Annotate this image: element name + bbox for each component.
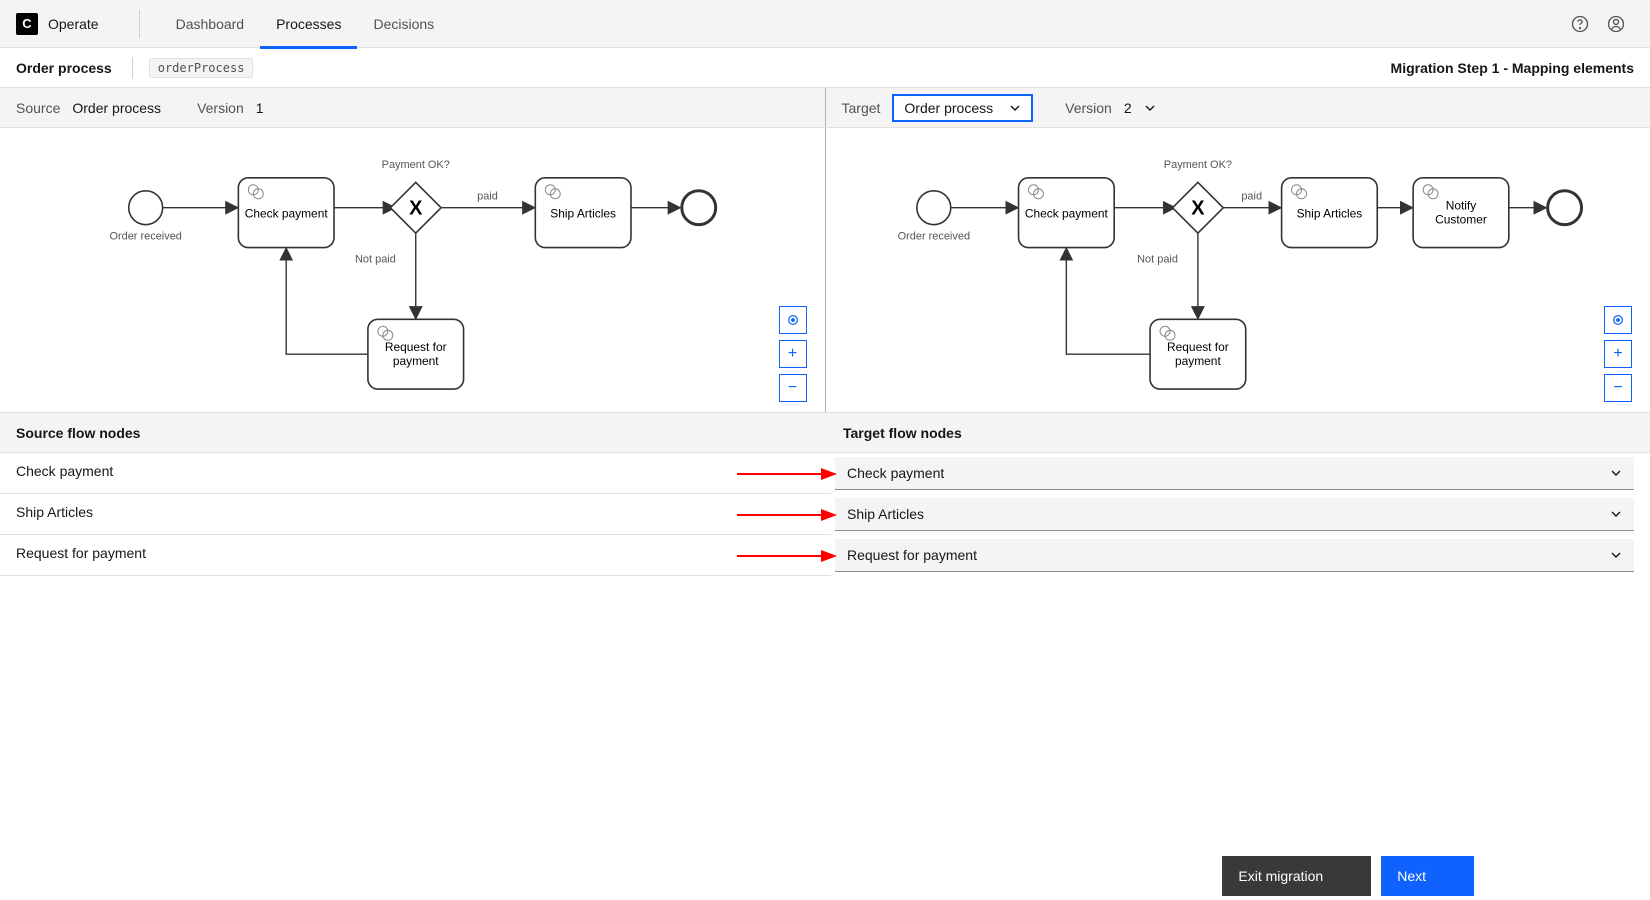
- chevron-down-icon: [1144, 102, 1156, 114]
- diagram-panels: Order received Check payment X Payment O…: [0, 128, 1650, 413]
- flow-nodes-header: Source flow nodes Target flow nodes: [0, 413, 1650, 453]
- chevron-down-icon: [1610, 549, 1622, 561]
- gateway-label: Payment OK?: [382, 159, 450, 171]
- flow-notpaid-label: Not paid: [1137, 254, 1178, 266]
- flow-paid-label: paid: [1241, 191, 1262, 203]
- gateway-label: Payment OK?: [1163, 159, 1231, 171]
- source-version-value: 1: [256, 100, 264, 116]
- exit-migration-button[interactable]: Exit migration: [1222, 856, 1371, 896]
- flow-mapping-row: Check payment Check payment: [0, 453, 1650, 494]
- divider: [139, 10, 140, 38]
- mapping-arrow-icon: [737, 508, 837, 522]
- start-event-label: Order received: [897, 231, 969, 243]
- flow-mapping-row: Ship Articles Ship Articles: [0, 494, 1650, 535]
- zoom-out-button[interactable]: −: [779, 374, 807, 402]
- source-version-label: Version: [197, 100, 244, 116]
- target-selector: Target Order process Version 2: [825, 88, 1650, 127]
- source-flow-node: Ship Articles: [0, 494, 831, 535]
- source-flow-node: Request for payment: [0, 535, 831, 576]
- source-flow-nodes-header: Source flow nodes: [0, 413, 823, 452]
- chevron-down-icon: [1610, 508, 1622, 520]
- target-process-value: Order process: [904, 100, 993, 116]
- source-flow-node: Check payment: [0, 453, 831, 494]
- source-selector: Source Order process Version 1: [0, 88, 825, 127]
- target-version-value: 2: [1124, 100, 1132, 116]
- task-request-payment: Request forpayment: [385, 340, 447, 368]
- nav-dashboard[interactable]: Dashboard: [160, 0, 261, 48]
- chevron-down-icon: [1009, 102, 1021, 114]
- task-ship-articles: Ship Articles: [1296, 207, 1362, 221]
- flow-nodes-table: Check payment Check payment Ship Article…: [0, 453, 1650, 576]
- svg-text:X: X: [409, 198, 423, 220]
- footer-actions: Exit migration Next: [0, 852, 1490, 900]
- top-nav: C Operate Dashboard Processes Decisions: [0, 0, 1650, 48]
- source-process-name: Order process: [72, 100, 161, 116]
- flow-mapping-row: Request for payment Request for payment: [0, 535, 1650, 576]
- page-title: Order process: [16, 60, 112, 76]
- flow-paid-label: paid: [477, 191, 498, 203]
- target-flow-node-value: Check payment: [847, 465, 944, 481]
- version-selector-bar: Source Order process Version 1 Target Or…: [0, 88, 1650, 128]
- flow-notpaid-label: Not paid: [355, 254, 396, 266]
- task-check-payment: Check payment: [245, 207, 329, 221]
- target-label: Target: [842, 100, 881, 116]
- target-process-dropdown[interactable]: Order process: [892, 94, 1033, 122]
- divider: [132, 57, 133, 79]
- target-flow-node-select[interactable]: Request for payment: [835, 539, 1634, 572]
- nav-decisions[interactable]: Decisions: [357, 0, 450, 48]
- svg-text:X: X: [1191, 198, 1205, 220]
- next-button[interactable]: Next: [1381, 856, 1474, 896]
- nav-processes[interactable]: Processes: [260, 0, 357, 48]
- target-diagram[interactable]: Order received Check payment X Payment O…: [825, 128, 1650, 412]
- task-request-payment: Request forpayment: [1167, 340, 1229, 368]
- mapping-arrow-icon: [737, 549, 837, 563]
- zoom-in-button[interactable]: +: [779, 340, 807, 368]
- brand-logo: C: [16, 13, 38, 35]
- target-version-label: Version: [1065, 100, 1112, 116]
- task-check-payment: Check payment: [1024, 207, 1108, 221]
- target-flow-node-select[interactable]: Ship Articles: [835, 498, 1634, 531]
- chevron-down-icon: [1610, 467, 1622, 479]
- zoom-reset-button[interactable]: [1604, 306, 1632, 334]
- source-label: Source: [16, 100, 60, 116]
- task-ship-articles: Ship Articles: [550, 207, 616, 221]
- user-icon[interactable]: [1598, 6, 1634, 42]
- migration-step-label: Migration Step 1 - Mapping elements: [1391, 60, 1634, 76]
- target-flow-nodes-header: Target flow nodes: [823, 413, 1650, 452]
- brand-name: Operate: [48, 16, 99, 32]
- zoom-out-button[interactable]: −: [1604, 374, 1632, 402]
- source-diagram[interactable]: Order received Check payment X Payment O…: [0, 128, 825, 412]
- zoom-reset-button[interactable]: [779, 306, 807, 334]
- sub-header: Order process orderProcess Migration Ste…: [0, 48, 1650, 88]
- target-flow-node-value: Ship Articles: [847, 506, 924, 522]
- process-id-tag: orderProcess: [149, 58, 254, 78]
- zoom-in-button[interactable]: +: [1604, 340, 1632, 368]
- mapping-arrow-icon: [737, 467, 837, 481]
- help-icon[interactable]: [1562, 6, 1598, 42]
- target-version-dropdown[interactable]: 2: [1124, 100, 1156, 116]
- start-event-label: Order received: [109, 231, 181, 243]
- target-flow-node-value: Request for payment: [847, 547, 977, 563]
- target-flow-node-select[interactable]: Check payment: [835, 457, 1634, 490]
